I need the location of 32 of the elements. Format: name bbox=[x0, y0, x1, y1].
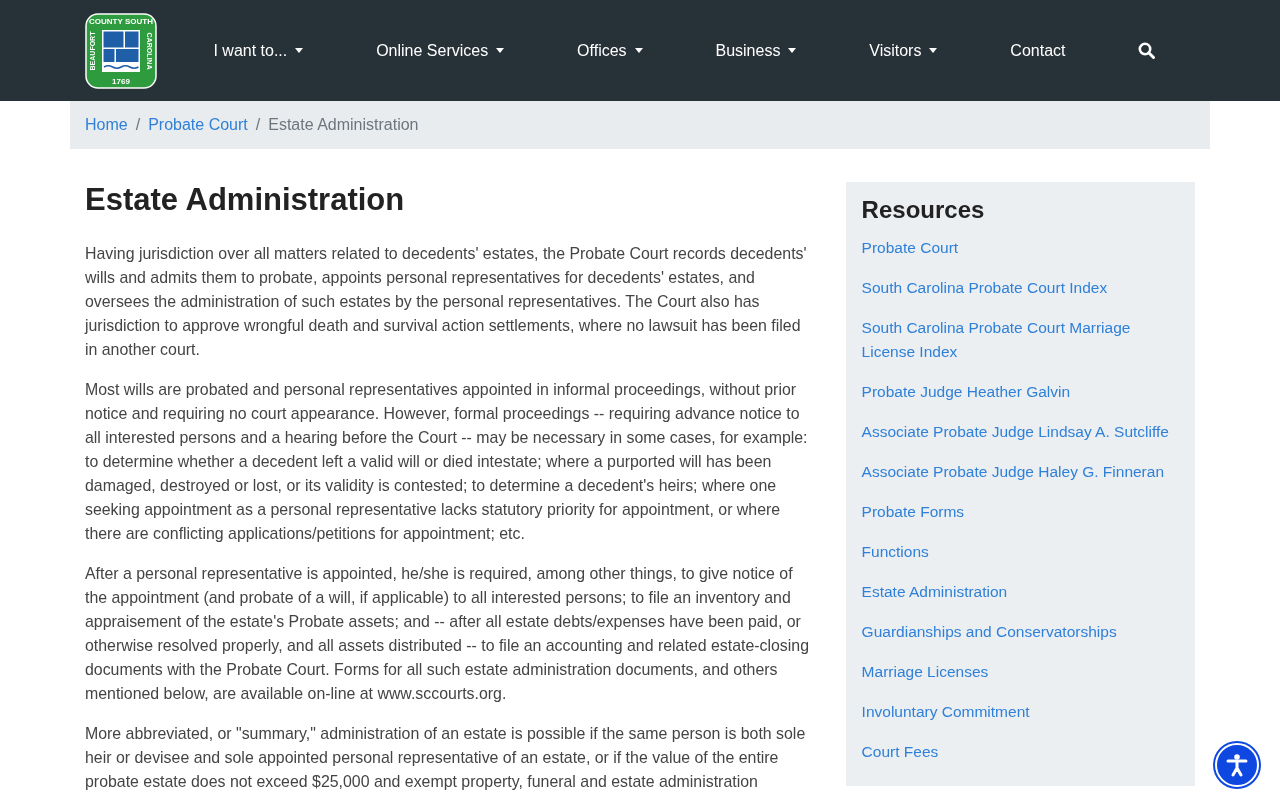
resource-link[interactable]: South Carolina Probate Court Index bbox=[861, 276, 1179, 300]
resource-link[interactable]: Probate Judge Heather Galvin bbox=[861, 380, 1179, 404]
resource-link[interactable]: Associate Probate Judge Haley G. Finneran bbox=[861, 460, 1179, 484]
paragraph: Most wills are probated and personal representatives appointed in informal proceedings, without prior notice and requiring no court appearance. However, formal proceedings -- requiring advance notice to all interested persons and a hearing before the Court -- may be necessary in some cases, for example: to determine whether a decedent left a valid will or died intestate; where a purported will has been damaged, destroyed or lost, or its validity is contested; to determine a decedent's heirs; where one seeking appointment as a personal representative lacks statutory priority for appointment, or where there are conflicting applications/petitions for appointment; etc. bbox=[85, 380, 809, 544]
resource-link[interactable]: Court Fees bbox=[861, 740, 1179, 764]
nav-link[interactable]: Contact bbox=[1006, 33, 1070, 68]
breadcrumb-link[interactable]: Probate Court bbox=[148, 116, 248, 134]
paragraph: Having jurisdiction over all matters related to decedents' estates, the Probate Court records decedents' wills and admits them to probate, appoints personal representatives for decedents' estates, and oversees the administration of such estates by the personal representatives. The Court also has jurisdiction to approve wrongful death and survival action settlements, where no lawsuit has been filed in another court. bbox=[85, 244, 808, 360]
resource-link[interactable]: Associate Probate Judge Lindsay A. Sutcliffe bbox=[861, 420, 1179, 444]
resource-link[interactable]: Guardianships and Conservatorships bbox=[861, 620, 1179, 644]
sidebar-title: Resources bbox=[861, 196, 986, 224]
accessibility-button[interactable] bbox=[1215, 743, 1259, 787]
resource-link[interactable]: Probate Forms bbox=[861, 500, 1179, 524]
breadcrumb-current: Estate Administration bbox=[268, 116, 419, 134]
resource-link[interactable]: Probate Court bbox=[861, 236, 1179, 260]
paragraph: After a personal representative is appointed, he/she is required, among other things, to give notice of the appointment (and probate of a will, if applicable) to all interested persons; to file an inventory and appraisement of the estate's Probate assets; and -- after all estate debts/expenses have been paid, or otherwise resolved properly, and all assets distributed -- to file an accounting and related estate-closing documents with the Probate Court. Forms for all such estate administration documents, and others mentioned below, are available on-line at www.sccourts.org. bbox=[85, 564, 810, 704]
paragraph: More abbreviated, or "summary," administration of an estate is possible if the same person is both sole heir or devisee and sole appointed personal representative of an estate, or if the value of the entire probate estate does not exceed $25,000 and exempt property, funeral and estate administration bbox=[85, 724, 807, 792]
page-title: Estate Administration bbox=[85, 182, 406, 218]
breadcrumb-separator: / bbox=[254, 116, 262, 134]
resource-link[interactable]: Functions bbox=[861, 540, 1179, 564]
nav-link[interactable]: Offices bbox=[573, 33, 647, 68]
nav-link[interactable]: Visitors bbox=[865, 33, 942, 68]
resource-link[interactable]: South Carolina Probate Court Marriage License Index bbox=[861, 316, 1179, 364]
resource-link[interactable]: Marriage Licenses bbox=[861, 660, 1179, 684]
resource-link[interactable]: Estate Administration bbox=[861, 580, 1179, 604]
nav-link[interactable]: Business bbox=[711, 33, 801, 68]
resource-link[interactable]: Involuntary Commitment bbox=[861, 700, 1179, 724]
nav-link[interactable]: I want to... bbox=[209, 33, 308, 68]
nav-link[interactable]: Online Services bbox=[372, 33, 509, 68]
breadcrumb-link[interactable]: Home bbox=[85, 116, 128, 134]
breadcrumb-separator: / bbox=[134, 116, 142, 134]
search-icon bbox=[1138, 42, 1155, 59]
